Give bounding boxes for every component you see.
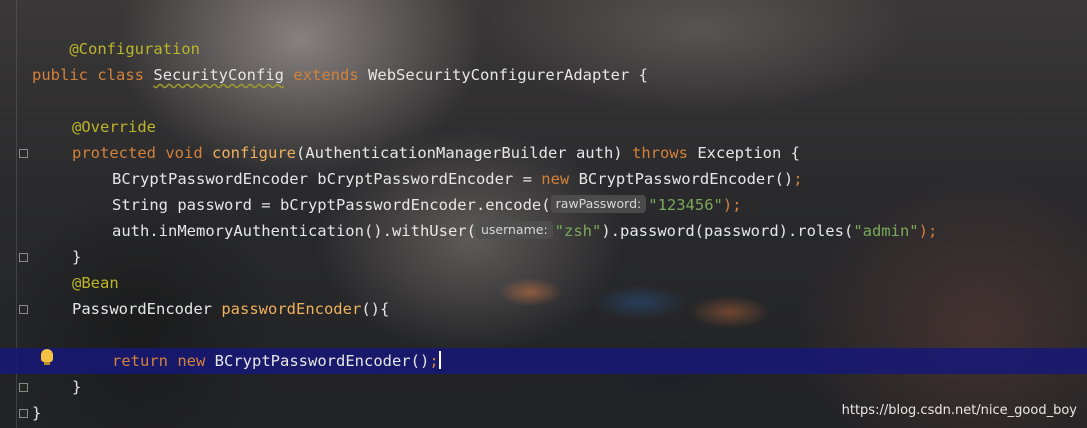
code-line-15[interactable]: } <box>72 374 81 400</box>
open-brace: { <box>638 66 649 84</box>
method-open: (){ <box>361 300 390 318</box>
auth-chain-middle: ).password(password).roles( <box>601 222 854 240</box>
parameter-hint-username: username: <box>475 221 553 239</box>
keyword-new: new <box>541 170 570 188</box>
fold-configure-icon[interactable] <box>19 149 28 158</box>
keyword-protected: protected <box>72 144 156 162</box>
fold-bean-icon[interactable] <box>19 305 28 314</box>
method-password-encoder: passwordEncoder <box>221 300 362 318</box>
return-type: PasswordEncoder <box>72 300 212 318</box>
close-brace: } <box>32 404 42 422</box>
annotation-override: @Override <box>72 118 156 136</box>
statement-end: ); <box>918 222 938 240</box>
text-caret <box>438 351 441 369</box>
exception-type: Exception { <box>697 144 800 162</box>
keyword-class: class <box>97 66 145 84</box>
fold-bean-end-icon[interactable] <box>19 383 28 392</box>
fold-configure-end-icon[interactable] <box>19 253 28 262</box>
code-line-1[interactable]: @Configuration <box>32 10 200 58</box>
password-declaration: String password = bCryptPasswordEncoder.… <box>112 196 551 214</box>
annotation-bean: @Bean <box>72 274 119 292</box>
semicolon: ; <box>429 352 439 370</box>
encoder-constructor: BCryptPasswordEncoder() <box>569 170 794 188</box>
close-brace: } <box>72 248 82 266</box>
encoder-constructor: BCryptPasswordEncoder() <box>205 352 430 370</box>
fold-class-end-icon[interactable] <box>19 409 28 418</box>
string-password: "123456" <box>648 196 723 214</box>
code-line-11[interactable]: @Bean <box>72 270 119 296</box>
class-name: SecurityConfig <box>153 66 285 84</box>
semicolon: ; <box>793 170 803 188</box>
code-line-3[interactable]: public class SecurityConfig extends WebS… <box>32 62 648 88</box>
code-line-7[interactable]: BCryptPasswordEncoder bCryptPasswordEnco… <box>112 166 803 192</box>
watermark-url: https://blog.csdn.net/nice_good_boy <box>841 403 1077 418</box>
keyword-throws: throws <box>631 144 688 162</box>
code-line-6[interactable]: protected void configure(AuthenticationM… <box>72 140 800 166</box>
close-brace: } <box>72 378 82 396</box>
keyword-public: public <box>32 66 88 84</box>
statement-end: ); <box>722 196 742 214</box>
code-line-5[interactable]: @Override <box>72 114 156 140</box>
encoder-declaration: BCryptPasswordEncoder bCryptPasswordEnco… <box>112 170 542 188</box>
keyword-new: new <box>177 352 206 370</box>
keyword-extends: extends <box>293 66 359 84</box>
code-line-10[interactable]: } <box>72 244 81 270</box>
configure-params: (AuthenticationManagerBuilder auth) <box>296 144 623 162</box>
background-artwork <box>470 262 870 412</box>
string-username: "zsh" <box>554 222 602 240</box>
code-line-14[interactable]: return new BCryptPasswordEncoder(); <box>112 348 441 374</box>
code-line-9[interactable]: auth.inMemoryAuthentication().withUser(u… <box>112 218 937 244</box>
code-line-8[interactable]: String password = bCryptPasswordEncoder.… <box>112 192 742 218</box>
keyword-void: void <box>165 144 203 162</box>
code-line-12[interactable]: PasswordEncoder passwordEncoder(){ <box>72 296 389 322</box>
parameter-hint-rawpassword: rawPassword: <box>550 195 647 213</box>
annotation-configuration: @Configuration <box>69 40 200 58</box>
super-class: WebSecurityConfigurerAdapter <box>368 66 630 84</box>
code-editor[interactable]: @Configuration public class SecurityConf… <box>0 0 1087 428</box>
keyword-return: return <box>112 352 168 370</box>
string-role: "admin" <box>853 222 919 240</box>
lightbulb-icon[interactable] <box>41 349 53 365</box>
code-line-16[interactable]: } <box>32 400 41 426</box>
auth-chain: auth.inMemoryAuthentication().withUser( <box>112 222 476 240</box>
method-configure: configure <box>212 144 297 162</box>
